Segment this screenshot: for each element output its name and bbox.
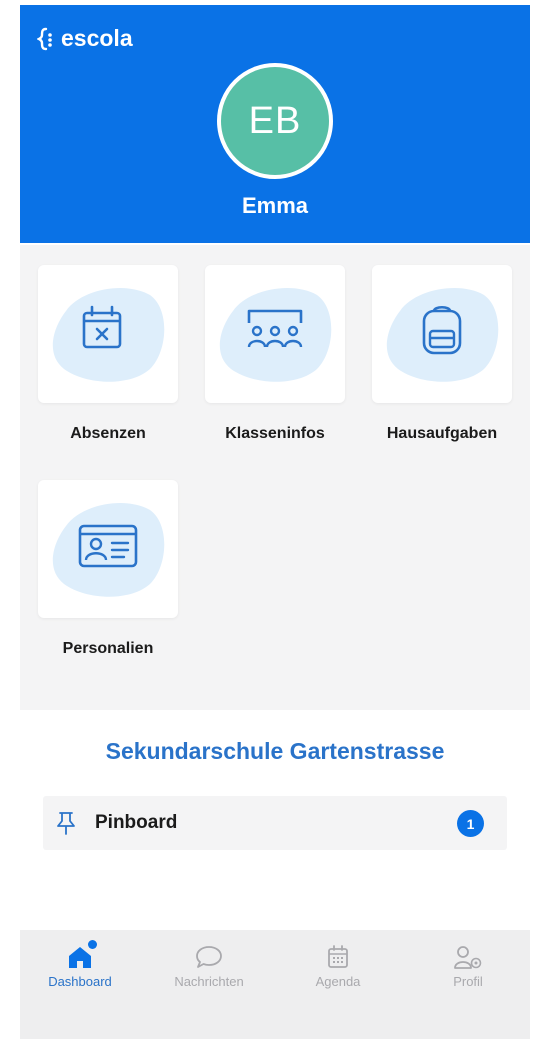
- nav-dashboard[interactable]: Dashboard: [20, 938, 140, 989]
- profile-header: escola EB Emma: [20, 5, 530, 243]
- profile-settings-icon: [454, 946, 482, 969]
- school-name: Sekundarschule Gartenstrasse: [105, 738, 445, 764]
- dashboard-tiles: Absenzen Klasseninfos Hausaufgaben Perso…: [20, 245, 530, 710]
- id-card-icon: [78, 524, 138, 568]
- tile-label: Absenzen: [70, 425, 146, 442]
- nav-label: Agenda: [315, 974, 361, 989]
- tile-personalien[interactable]: Personalien: [38, 480, 178, 658]
- tile-card[interactable]: [205, 265, 345, 403]
- notification-dot: [88, 940, 97, 949]
- brand-name: escola: [61, 25, 133, 51]
- pinboard-row[interactable]: Pinboard 1: [43, 796, 507, 850]
- nav-agenda[interactable]: Agenda: [278, 938, 398, 989]
- brand-logo: escola: [37, 25, 133, 52]
- user-name: Emma: [241, 193, 309, 218]
- tile-card[interactable]: [38, 265, 178, 403]
- calendar-icon: [328, 945, 348, 968]
- tile-absenzen[interactable]: Absenzen: [38, 265, 178, 443]
- nav-label: Nachrichten: [174, 974, 244, 989]
- backpack-icon: [422, 305, 462, 355]
- pinboard-label: Pinboard: [95, 812, 178, 833]
- tile-hausaufgaben[interactable]: Hausaufgaben: [372, 265, 512, 443]
- tile-label: Klasseninfos: [225, 425, 325, 442]
- nav-label: Profil: [453, 974, 483, 989]
- avatar[interactable]: EB: [217, 63, 333, 179]
- nav-nachrichten[interactable]: Nachrichten: [149, 938, 269, 989]
- bottom-nav: Dashboard Nachrichten Agenda Profil: [20, 930, 530, 1039]
- tile-label: Hausaufgaben: [386, 425, 498, 442]
- nav-profil[interactable]: Profil: [408, 938, 528, 989]
- tile-label: Personalien: [62, 640, 154, 657]
- tile-card[interactable]: [372, 265, 512, 403]
- tile-card[interactable]: [38, 480, 178, 618]
- nav-label: Dashboard: [48, 974, 112, 989]
- tile-klasseninfos[interactable]: Klasseninfos: [205, 265, 345, 443]
- chat-bubble-icon: [196, 946, 222, 968]
- calendar-x-icon: [82, 305, 122, 349]
- class-group-icon: [247, 309, 303, 348]
- app-screen: escola EB Emma Absenzen Klasseninfos Hau…: [20, 0, 530, 1039]
- pin-icon: [55, 810, 77, 836]
- pinboard-count-badge: 1: [457, 810, 484, 837]
- escola-logo-icon: [37, 27, 52, 50]
